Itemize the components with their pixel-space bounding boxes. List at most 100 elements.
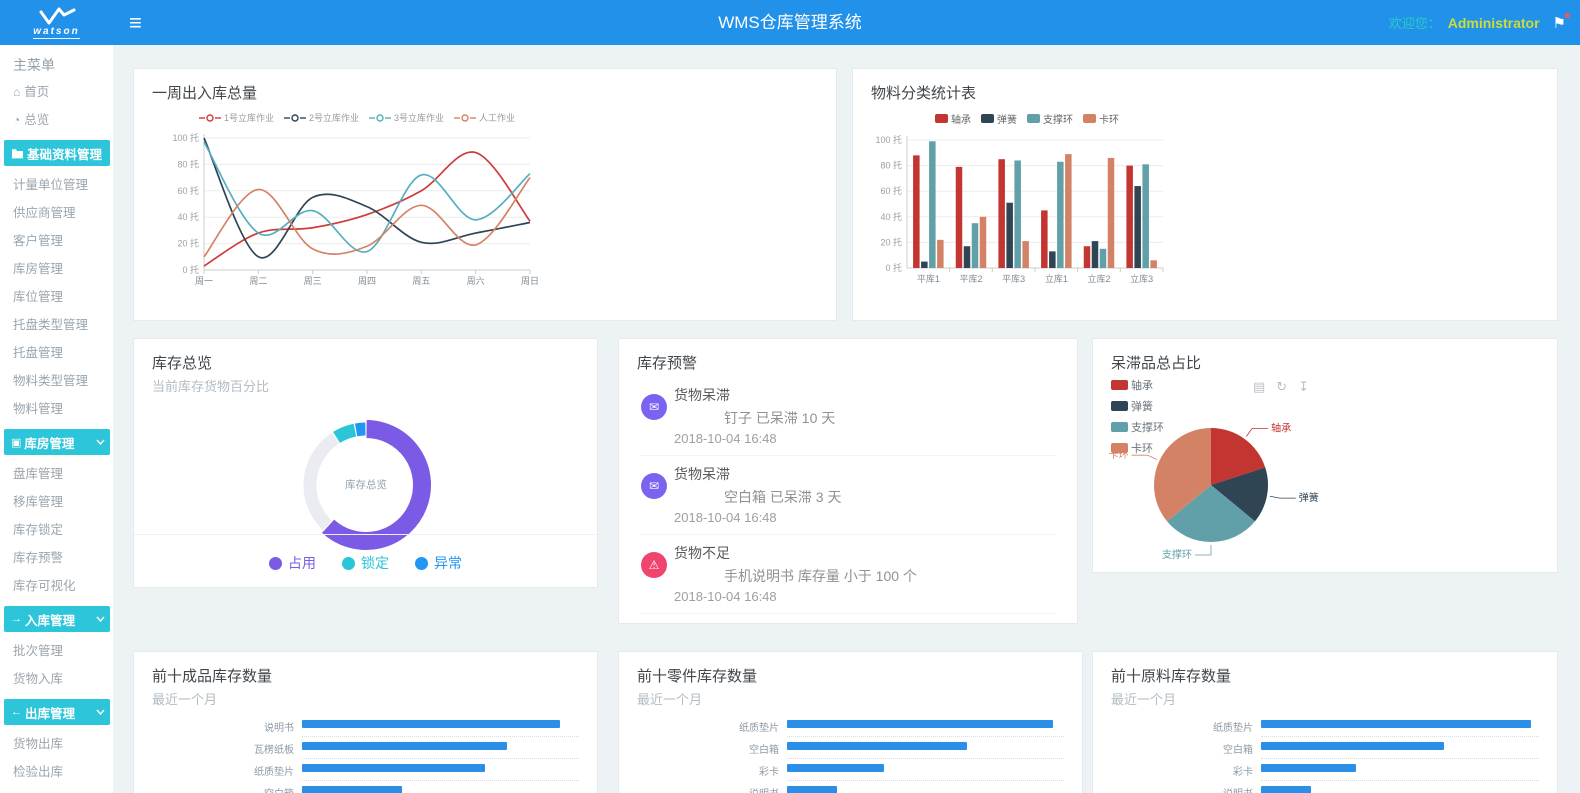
sidebar-item-首页[interactable]: ⌂首页 bbox=[0, 78, 113, 106]
chevron-down-icon bbox=[96, 616, 105, 622]
alert-item[interactable]: ⚠货物不足手机说明书 库存量 小于 100 个2018-10-04 16:48 bbox=[639, 535, 1057, 614]
legend-item[interactable]: 异常 bbox=[415, 553, 462, 573]
hbar-track bbox=[1261, 782, 1539, 793]
hbar-row: 空白箱 bbox=[637, 738, 1064, 760]
hbar-bar bbox=[787, 786, 837, 793]
hbar-track bbox=[787, 738, 1064, 760]
hbar-bar bbox=[302, 786, 402, 793]
hbar-label: 纸质垫片 bbox=[152, 760, 302, 778]
material-stats-chart: 0 托20 托40 托60 托80 托100 托平库1平库2平库3立库1立库2立… bbox=[867, 126, 1187, 303]
warning-icon: ⚠ bbox=[641, 552, 667, 578]
alert-item[interactable]: ✉货物呆滞空白箱 已呆滞 3 天2018-10-04 16:48 bbox=[639, 456, 1057, 535]
app-logo[interactable]: watson bbox=[0, 0, 113, 45]
sidebar-item-计量单位管理[interactable]: 计量单位管理 bbox=[0, 171, 113, 199]
sidebar-item-托盘管理[interactable]: 托盘管理 bbox=[0, 339, 113, 367]
sidebar-item-盘库管理[interactable]: 盘库管理 bbox=[0, 460, 113, 488]
hbar-row: 说明书 bbox=[152, 716, 579, 738]
sidebar-item-客户管理[interactable]: 客户管理 bbox=[0, 227, 113, 255]
legend-item[interactable]: 3号立库作业 bbox=[369, 111, 444, 124]
hbar-bar bbox=[302, 764, 485, 772]
svg-text:40 托: 40 托 bbox=[880, 211, 902, 222]
sidebar-item-移库管理[interactable]: 移库管理 bbox=[0, 488, 113, 516]
top-finished-chart: 说明书瓦楞纸板纸质垫片空白箱 bbox=[134, 716, 597, 793]
sidebar-item-批次管理[interactable]: 批次管理 bbox=[0, 637, 113, 665]
legend-swatch bbox=[981, 114, 994, 123]
hbar-track bbox=[787, 716, 1064, 738]
sidebar-item-物料类型管理[interactable]: 物料类型管理 bbox=[0, 367, 113, 395]
sidebar-item-库存预警[interactable]: 库存预警 bbox=[0, 544, 113, 572]
legend-item[interactable]: 占用 bbox=[269, 553, 316, 573]
hbar-track bbox=[1261, 760, 1539, 782]
top-raw-chart: 纸质垫片空白箱彩卡说明书 bbox=[1093, 716, 1557, 793]
svg-text:立库2: 立库2 bbox=[1087, 273, 1110, 284]
sidebar-section-label: 主菜单 bbox=[13, 55, 113, 75]
svg-text:100 托: 100 托 bbox=[172, 132, 199, 143]
hbar-row: 彩卡 bbox=[637, 760, 1064, 782]
sidebar-item-检验出库[interactable]: 检验出库 bbox=[0, 758, 113, 786]
legend-item[interactable]: 支撑环 bbox=[1027, 111, 1073, 126]
sidebar-item-库位管理[interactable]: 库位管理 bbox=[0, 283, 113, 311]
svg-text:弹簧: 弹簧 bbox=[1299, 491, 1319, 504]
topbar: watson ≡ WMS仓库管理系统 欢迎您： Administrator ⚑ bbox=[0, 0, 1580, 45]
sidebar-item-label: 托盘管理 bbox=[13, 346, 63, 360]
svg-text:周六: 周六 bbox=[467, 275, 485, 286]
sidebar-item-物料管理[interactable]: 物料管理 bbox=[0, 395, 113, 423]
legend-label: 3号立库作业 bbox=[394, 111, 444, 124]
svg-text:周二: 周二 bbox=[249, 276, 267, 286]
alert-description: 手机说明书 库存量 小于 100 个 bbox=[674, 566, 1057, 586]
hbar-row: 说明书 bbox=[1111, 782, 1539, 793]
sidebar-item-label: 货物入库 bbox=[13, 672, 63, 686]
sidebar-item-供应商管理[interactable]: 供应商管理 bbox=[0, 199, 113, 227]
sidebar-item-label: 检验出库 bbox=[13, 765, 63, 779]
sidebar-item-库房管理[interactable]: 库房管理 bbox=[0, 255, 113, 283]
notification-flag-icon[interactable]: ⚑ bbox=[1553, 14, 1566, 32]
legend-item[interactable]: 弹簧 bbox=[981, 111, 1017, 126]
legend-item[interactable]: 轴承 bbox=[935, 111, 971, 126]
card-title: 一周出入库总量 bbox=[134, 69, 836, 103]
hbar-bar bbox=[1261, 786, 1311, 793]
sidebar-item-托盘类型管理[interactable]: 托盘类型管理 bbox=[0, 311, 113, 339]
sidebar-item-货物入库[interactable]: 货物入库 bbox=[0, 665, 113, 693]
hbar-track bbox=[302, 782, 579, 793]
sidebar-item-货物出库[interactable]: 货物出库 bbox=[0, 730, 113, 758]
hbar-label: 纸质垫片 bbox=[637, 716, 787, 734]
material-stats-legend: 轴承弹簧支撑环卡环 bbox=[867, 111, 1187, 126]
legend-item[interactable]: 2号立库作业 bbox=[284, 111, 359, 124]
card-title: 前十成品库存数量 bbox=[134, 652, 597, 686]
sidebar-item-label: 移库管理 bbox=[13, 495, 63, 509]
top-parts-chart: 纸质垫片空白箱彩卡说明书 bbox=[619, 716, 1082, 793]
legend-item[interactable]: 卡环 bbox=[1083, 111, 1119, 126]
sidebar-item-库存可视化[interactable]: 库存可视化 bbox=[0, 572, 113, 600]
sidebar-item-label: 货物出库 bbox=[13, 737, 63, 751]
alert-item[interactable]: ✉货物呆滞钉子 已呆滞 10 天2018-10-04 16:48 bbox=[639, 377, 1057, 456]
svg-text:60 托: 60 托 bbox=[880, 185, 902, 196]
sidebar-item-总览[interactable]: ◔总览 bbox=[0, 106, 113, 134]
legend-item[interactable]: 人工作业 bbox=[454, 111, 515, 124]
username[interactable]: Administrator bbox=[1448, 15, 1540, 31]
legend-swatch bbox=[415, 557, 428, 570]
hbar-bar bbox=[302, 720, 560, 728]
hbar-label: 空白箱 bbox=[152, 782, 302, 793]
card-title: 库存总览 bbox=[134, 339, 597, 373]
svg-text:周三: 周三 bbox=[304, 276, 322, 286]
sidebar-group[interactable]: 基础资料管理 bbox=[4, 140, 110, 166]
svg-text:20 托: 20 托 bbox=[177, 238, 199, 249]
svg-text:60 托: 60 托 bbox=[177, 185, 199, 196]
legend-item[interactable]: 1号立库作业 bbox=[199, 111, 274, 124]
sidebar-item-label: 供应商管理 bbox=[13, 206, 76, 220]
sidebar-group[interactable]: ▣库房管理 bbox=[4, 429, 110, 455]
hbar-label: 空白箱 bbox=[637, 738, 787, 756]
hbar-track bbox=[302, 716, 579, 738]
chevron-down-icon bbox=[96, 709, 105, 715]
sidebar-group[interactable]: →入库管理 bbox=[4, 606, 110, 632]
material-stats-chart-block: 轴承弹簧支撑环卡环 0 托20 托40 托60 托80 托100 托平库1平库2… bbox=[867, 111, 1187, 303]
legend-swatch bbox=[269, 557, 282, 570]
svg-text:周五: 周五 bbox=[412, 276, 430, 286]
sidebar-group[interactable]: ←出库管理 bbox=[4, 699, 110, 725]
hamburger-menu-icon[interactable]: ≡ bbox=[129, 0, 142, 45]
sidebar-group-label: 出库管理 bbox=[25, 703, 75, 722]
legend-item[interactable]: 锁定 bbox=[342, 553, 389, 573]
sidebar-item-库存锁定[interactable]: 库存锁定 bbox=[0, 516, 113, 544]
hbar-track bbox=[787, 782, 1064, 793]
alert-item[interactable]: ⚠货物超出硬纸板 库存量 大于 300 个2018-10-04 16:48 bbox=[639, 614, 1057, 624]
